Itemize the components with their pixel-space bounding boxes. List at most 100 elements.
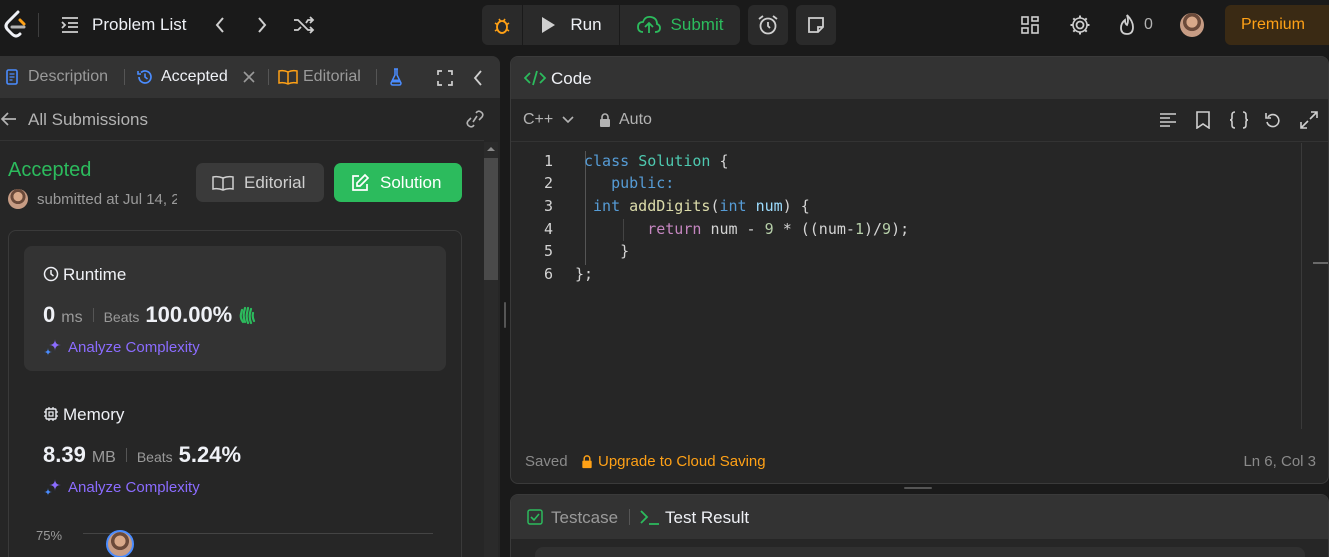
cursor-position: Ln 6, Col 3 [1243,453,1316,470]
bug-icon [494,18,510,34]
divider [0,140,484,141]
cloud-upload-icon [636,15,661,33]
test-result-content [535,547,1305,557]
chip-icon [43,406,59,422]
tab-test-result[interactable]: Test Result [665,508,749,528]
notes-button[interactable] [796,5,836,45]
runtime-card[interactable]: Runtime 0 ms Beats 100.00% Analyze Compl… [24,246,446,371]
saved-status: Saved [525,453,568,470]
runtime-title: Runtime [63,265,127,284]
maximize-icon[interactable] [436,69,454,87]
next-problem-icon[interactable] [250,13,274,37]
close-tab-icon[interactable] [242,70,256,84]
memory-value: 8.39 [43,442,86,467]
curly-braces-icon[interactable] [1229,111,1249,129]
flask-icon[interactable] [389,68,403,86]
bookmark-icon[interactable] [1195,111,1211,129]
divider [268,69,269,85]
divider [125,448,127,462]
collapse-panel-icon[interactable] [472,69,486,87]
cursor-position-marker [1313,262,1328,264]
code-line-3: int addDigits(int num) { [593,197,810,215]
sparkle-icon [44,339,61,356]
submitted-at-text: submitted at Jul 14, 2 [37,191,177,208]
memory-analyze-label: Analyze Complexity [68,478,200,496]
scrollbar-track[interactable] [484,142,498,557]
submit-button[interactable]: Submit [620,5,740,45]
code-line-4: return num - 9 * ((num-1)/9); [647,220,910,238]
memory-title: Memory [63,405,125,424]
link-icon[interactable] [464,110,486,128]
run-button[interactable]: Run [523,5,619,45]
code-line-2: public: [611,174,675,192]
run-label: Run [570,15,602,34]
scrollbar-thumb[interactable] [484,158,498,280]
history-icon [136,68,154,86]
tab-testcase[interactable]: Testcase [551,508,618,528]
prev-problem-icon[interactable] [208,13,232,37]
timer-button[interactable] [748,5,788,45]
back-arrow-icon[interactable] [0,110,18,128]
tab-accepted[interactable]: Accepted [161,68,228,86]
scroll-up-icon[interactable] [484,142,498,156]
solution-button[interactable]: Solution [334,163,462,202]
chart-tick-label: 75% [36,528,63,543]
accepted-status: Accepted [8,159,92,181]
layout-icon[interactable] [1018,13,1042,37]
code-panel-header: Code [511,57,1328,99]
upgrade-cloud-saving-link[interactable]: Upgrade to Cloud Saving [581,453,766,470]
editor-scrollbar[interactable] [1301,143,1302,429]
premium-button[interactable]: Premium [1225,5,1329,45]
format-code-icon[interactable] [1159,111,1177,129]
runtime-stats: 0 ms Beats 100.00% [43,302,258,328]
divider [124,69,125,85]
chart-gridline [83,533,433,534]
top-navbar: Problem List Run Submit 0 Premium [0,0,1329,50]
editorial-button[interactable]: Editorial [196,163,324,202]
memory-stats: 8.39 MB Beats 5.24% [43,442,241,468]
note-icon [808,17,824,33]
runtime-analyze-link[interactable]: Analyze Complexity [43,337,200,357]
runtime-analyze-label: Analyze Complexity [68,338,200,356]
editor-resize-handle[interactable] [904,487,932,489]
alarm-clock-icon [758,15,778,35]
lock-icon [600,112,610,127]
leetcode-logo-icon[interactable] [0,10,30,40]
stats-card: Runtime 0 ms Beats 100.00% Analyze Compl… [8,230,462,557]
memory-analyze-link[interactable]: Analyze Complexity [43,477,200,497]
streak-flame-icon[interactable] [1116,13,1138,37]
language-selector[interactable]: C++ [523,111,575,129]
lock-icon [582,454,592,468]
runtime-unit: ms [61,309,83,326]
problem-list-link[interactable]: Problem List [92,15,186,35]
language-label: C++ [523,111,554,128]
auto-mode-toggle[interactable]: Auto [599,111,652,129]
memory-beats-value: 5.24% [178,442,242,467]
expand-editor-icon[interactable] [1300,111,1318,129]
submit-label: Submit [670,15,724,34]
divider [38,13,39,37]
debug-button[interactable] [482,5,522,45]
tab-editorial[interactable]: Editorial [303,68,361,86]
left-tab-bar: Description Accepted Editorial [0,56,500,98]
runtime-beats-value: 100.00% [145,302,233,327]
chart-user-marker[interactable] [106,530,134,557]
settings-gear-icon[interactable] [1068,13,1092,37]
code-line-6: }; [575,265,594,283]
memory-beats-label: Beats [136,449,173,465]
line-number: 4 [543,220,553,238]
panel-resize-handle[interactable] [504,302,506,328]
submitter-avatar [8,189,28,209]
user-avatar[interactable] [1180,13,1204,37]
divider [511,141,1328,142]
code-area[interactable]: 1 2 3 4 5 6 class Solution { public: int… [511,143,1328,429]
code-editor-panel: Code C++ Auto 1 2 3 4 5 6 class Solution… [510,56,1329,484]
shuffle-icon[interactable] [292,13,316,37]
tab-description[interactable]: Description [28,68,108,86]
reset-code-icon[interactable] [1264,111,1282,129]
problem-list-icon[interactable] [58,13,82,37]
all-submissions-link[interactable]: All Submissions [28,110,148,130]
divider [92,308,94,322]
memory-card[interactable]: Memory 8.39 MB Beats 5.24% Analyze Compl… [24,386,446,511]
memory-unit: MB [91,449,116,466]
